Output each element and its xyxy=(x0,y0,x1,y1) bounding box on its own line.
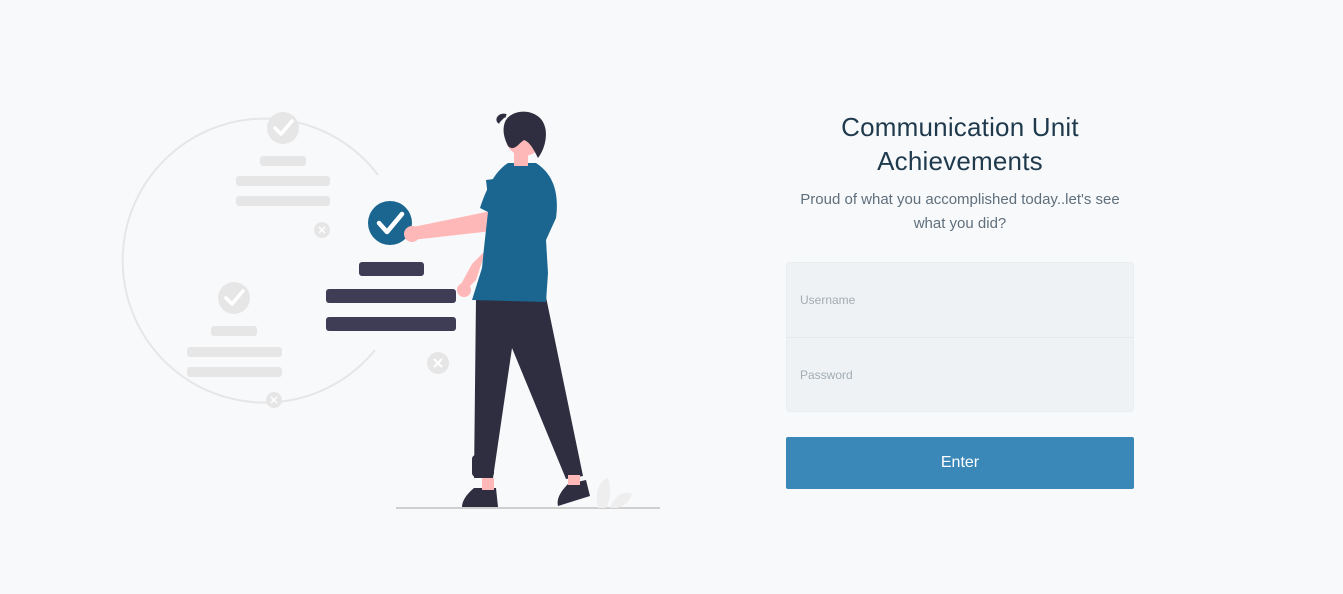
password-input[interactable] xyxy=(787,337,1133,411)
close-circle-icon xyxy=(427,352,449,374)
close-circle-icon xyxy=(314,222,330,238)
dashed-circle-arc xyxy=(121,117,379,404)
page-title: Communication Unit Achievements xyxy=(841,112,1079,176)
username-input[interactable] xyxy=(787,263,1133,337)
arm-extended xyxy=(408,210,496,240)
pants xyxy=(474,297,583,479)
check-circle-icon xyxy=(267,112,299,144)
faded-checklist-item-top xyxy=(236,112,330,238)
plant xyxy=(596,478,632,508)
close-circle-icon xyxy=(266,392,282,408)
page-subtitle: Proud of what you accomplished today..le… xyxy=(800,191,1120,232)
person-figure xyxy=(404,111,590,507)
enter-button[interactable]: Enter xyxy=(786,437,1134,489)
shoe-left xyxy=(462,488,498,507)
credentials-group xyxy=(786,262,1134,412)
active-checklist-item xyxy=(326,201,456,331)
login-page: Communication Unit Achievements Proud of… xyxy=(0,0,1343,594)
shirt xyxy=(472,163,557,302)
login-panel: Communication Unit Achievements Proud of… xyxy=(786,110,1134,489)
check-circle-icon xyxy=(218,282,250,314)
checklist-illustration xyxy=(121,111,660,509)
